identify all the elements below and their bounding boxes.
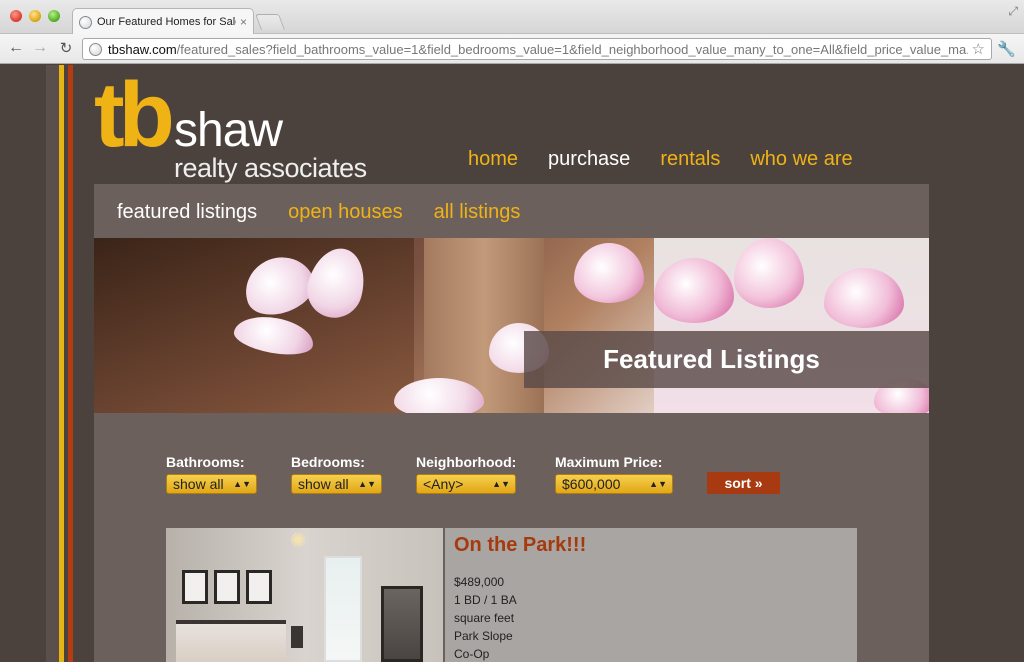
picture-frame-graphic: [246, 570, 272, 604]
select-arrows-icon: ▲▼: [492, 478, 510, 489]
tab-title: Our Featured Homes for Sale: [97, 16, 236, 28]
magnolia-blossom: [574, 243, 644, 303]
mirror-graphic: [381, 586, 423, 662]
content-panel: featured listings open houses all listin…: [94, 184, 929, 662]
picture-frame-graphic: [214, 570, 240, 604]
filter-label: Bathrooms:: [166, 454, 245, 470]
picture-frame-graphic: [182, 570, 208, 604]
close-window-button[interactable]: [10, 10, 22, 22]
listing-price: $489,000: [454, 575, 505, 589]
hero-caption: Featured Listings: [524, 331, 929, 388]
globe-icon: [89, 42, 102, 56]
neighborhood-select[interactable]: <Any> ▲▼: [416, 474, 516, 494]
lamp-graphic: [291, 626, 303, 648]
select-value: show all: [173, 476, 224, 492]
bedrooms-select[interactable]: show all ▲▼: [291, 474, 382, 494]
wrench-icon[interactable]: 🔧: [997, 40, 1016, 58]
bathrooms-select[interactable]: show all ▲▼: [166, 474, 257, 494]
logo-shaw: shaw: [174, 104, 283, 157]
main-nav: home purchase rentals who we are: [468, 148, 883, 171]
listing-card[interactable]: ✺ On the Park!!! $489,000 1 BD / 1 BA sq…: [166, 528, 857, 662]
listing-bed-bath: 1 BD / 1 BA: [454, 593, 517, 607]
select-arrows-icon: ▲▼: [233, 478, 251, 489]
filter-max-price: Maximum Price: $600,000 ▲▼: [555, 454, 673, 494]
filter-neighborhood: Neighborhood: <Any> ▲▼: [416, 454, 516, 494]
sort-button[interactable]: sort »: [707, 472, 780, 494]
select-value: show all: [298, 476, 349, 492]
close-icon[interactable]: ×: [240, 15, 247, 29]
web-page: tb shaw realty associates home purchase …: [0, 65, 1024, 662]
listing-neighborhood: Park Slope: [454, 629, 513, 643]
nav-rentals[interactable]: rentals: [660, 148, 720, 171]
filter-bar: Bathrooms: show all ▲▼ Bedrooms: show al…: [166, 454, 866, 504]
reload-icon[interactable]: ↻: [56, 39, 76, 57]
hero-banner: Featured Listings: [94, 238, 929, 413]
select-value: <Any>: [423, 476, 464, 492]
window-graphic: [324, 556, 362, 662]
filter-label: Neighborhood:: [416, 454, 517, 470]
globe-icon: [79, 15, 92, 29]
decor-stripe-rust: [68, 65, 73, 662]
subnav-featured-listings[interactable]: featured listings: [117, 201, 257, 224]
filter-bedrooms: Bedrooms: show all ▲▼: [291, 454, 382, 494]
filter-label: Bedrooms:: [291, 454, 365, 470]
listing-square-feet: square feet: [454, 611, 515, 625]
url-path: /featured_sales?field_bathrooms_value=1&…: [176, 41, 968, 57]
bookmark-star-icon[interactable]: ☆: [972, 40, 985, 58]
forward-arrow-icon[interactable]: →: [30, 39, 50, 57]
browser-tab-strip: Our Featured Homes for Sale × ⤢: [0, 0, 1024, 35]
listing-type: Co-Op: [454, 647, 490, 661]
fullscreen-icon[interactable]: ⤢: [1008, 4, 1018, 19]
decor-stripe: [46, 65, 59, 662]
subnav-open-houses[interactable]: open houses: [288, 201, 403, 224]
back-arrow-icon[interactable]: ←: [6, 39, 26, 57]
minimize-window-button[interactable]: [29, 10, 41, 22]
logo-tb: tb: [94, 65, 175, 166]
sort-button-label: sort »: [724, 475, 763, 491]
hero-caption-text: Featured Listings: [603, 344, 820, 374]
sub-nav: featured listings open houses all listin…: [117, 201, 551, 224]
nav-purchase[interactable]: purchase: [548, 148, 630, 171]
zoom-window-button[interactable]: [48, 10, 60, 22]
select-arrows-icon: ▲▼: [358, 478, 376, 489]
subnav-all-listings[interactable]: all listings: [434, 201, 521, 224]
bed-graphic: [176, 620, 286, 662]
nav-home[interactable]: home: [468, 148, 518, 171]
address-bar[interactable]: tbshaw.com /featured_sales?field_bathroo…: [82, 38, 992, 60]
browser-tab[interactable]: Our Featured Homes for Sale ×: [72, 8, 254, 35]
logo-subtitle: realty associates: [174, 153, 367, 183]
listing-details: $489,000 1 BD / 1 BA square feet Park Sl…: [454, 573, 848, 662]
new-tab-button[interactable]: [255, 14, 285, 30]
browser-toolbar: ← → ↻ tbshaw.com /featured_sales?field_b…: [0, 34, 1024, 64]
url-domain: tbshaw.com: [108, 41, 177, 57]
listing-photo[interactable]: ✺: [166, 528, 443, 662]
max-price-select[interactable]: $600,000 ▲▼: [555, 474, 673, 494]
listing-title[interactable]: On the Park!!!: [454, 534, 848, 557]
listing-info: On the Park!!! $489,000 1 BD / 1 BA squa…: [445, 528, 857, 662]
filter-label: Maximum Price:: [555, 454, 663, 470]
nav-who-we-are[interactable]: who we are: [750, 148, 852, 171]
select-value: $600,000: [562, 476, 621, 492]
select-arrows-icon: ▲▼: [649, 478, 667, 489]
chandelier-graphic: ✺: [289, 530, 307, 552]
filter-bathrooms: Bathrooms: show all ▲▼: [166, 454, 257, 494]
